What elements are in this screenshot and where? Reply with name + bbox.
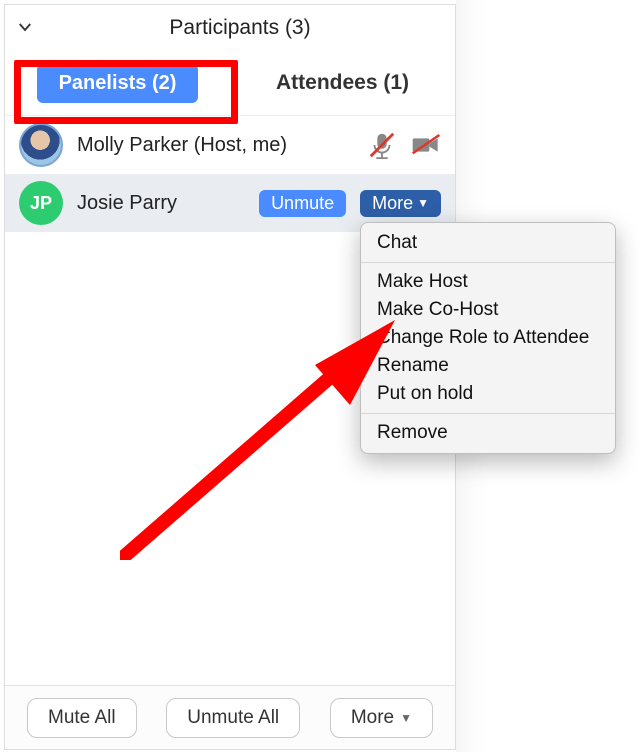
footer-more-button[interactable]: More ▼: [330, 698, 433, 738]
menu-item-put-on-hold[interactable]: Put on hold: [361, 380, 615, 408]
chevron-down-icon: ▼: [417, 196, 429, 210]
mute-all-button[interactable]: Mute All: [27, 698, 137, 738]
unmute-button[interactable]: Unmute: [259, 190, 346, 217]
unmute-all-label: Unmute All: [187, 707, 279, 729]
menu-item-change-role[interactable]: Change Role to Attendee: [361, 324, 615, 352]
camera-off-icon: [411, 130, 441, 160]
panel-footer: Mute All Unmute All More ▼: [5, 685, 455, 749]
menu-separator: [361, 262, 615, 263]
tabs-row: Panelists (2) Attendees (1): [5, 51, 455, 115]
unmute-label: Unmute: [271, 193, 334, 214]
menu-item-rename[interactable]: Rename: [361, 352, 615, 380]
participant-row[interactable]: Molly Parker (Host, me): [5, 116, 455, 174]
avatar: JP: [19, 181, 63, 225]
tab-panelists[interactable]: Panelists (2): [5, 64, 230, 103]
panel-title: Participants (3): [25, 16, 455, 40]
tab-attendees[interactable]: Attendees (1): [230, 71, 455, 95]
tab-attendees-label: Attendees (1): [276, 71, 409, 94]
row-more-button[interactable]: More ▼: [360, 190, 441, 217]
menu-separator: [361, 413, 615, 414]
unmute-all-button[interactable]: Unmute All: [166, 698, 300, 738]
menu-item-chat[interactable]: Chat: [361, 229, 615, 257]
panel-header: Participants (3): [5, 5, 455, 51]
row-more-label: More: [372, 193, 413, 214]
participant-name: Molly Parker (Host, me): [77, 134, 353, 157]
avatar: [19, 123, 63, 167]
menu-item-make-host[interactable]: Make Host: [361, 268, 615, 296]
participant-more-menu: Chat Make Host Make Co-Host Change Role …: [360, 222, 616, 454]
participant-name: Josie Parry: [77, 192, 245, 215]
mic-muted-icon: [367, 130, 397, 160]
menu-item-make-cohost[interactable]: Make Co-Host: [361, 296, 615, 324]
menu-item-remove[interactable]: Remove: [361, 419, 615, 447]
avatar-initials: JP: [30, 193, 52, 214]
screenshot-canvas: Participants (3) Panelists (2) Attendees…: [0, 0, 640, 752]
footer-more-label: More: [351, 707, 394, 729]
chevron-down-icon: ▼: [400, 711, 412, 725]
tab-panelists-label: Panelists (2): [37, 64, 199, 103]
mute-all-label: Mute All: [48, 707, 116, 729]
panelists-list: Molly Parker (Host, me): [5, 115, 455, 232]
